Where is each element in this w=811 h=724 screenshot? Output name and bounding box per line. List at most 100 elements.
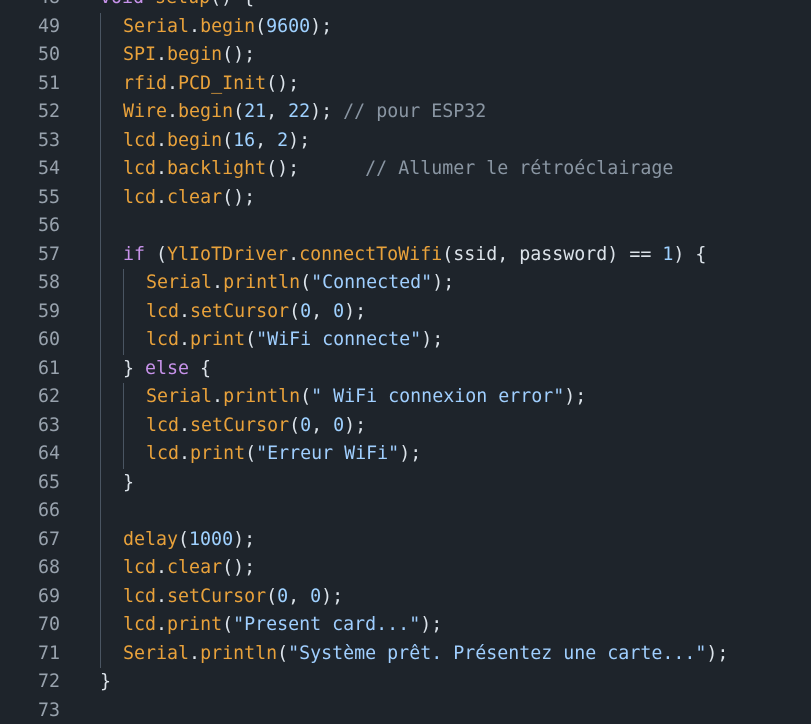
- code-lines[interactable]: 48void setup() {49Serial.begin(9600);50S…: [0, 0, 811, 724]
- code-text[interactable]: lcd.clear();: [123, 184, 811, 213]
- code-line[interactable]: 56: [0, 212, 811, 241]
- code-line[interactable]: 59 lcd.setCursor(0, 0);: [0, 297, 811, 327]
- code-token: 0: [300, 414, 312, 436]
- code-text[interactable]: Serial.println("Système prêt. Présentez …: [123, 640, 811, 669]
- indent-guide: [100, 497, 101, 526]
- line-number: 68: [37, 557, 60, 578]
- code-line[interactable]: 65}: [0, 468, 811, 498]
- code-token: lcd: [123, 585, 157, 607]
- code-token: println: [223, 272, 301, 293]
- code-line[interactable]: 49 Serial.begin(9600);: [0, 12, 811, 42]
- code-text[interactable]: lcd.clear();: [123, 554, 811, 583]
- code-line[interactable]: 51 rfid.PCD_Init();: [0, 69, 811, 99]
- code-token: 0: [277, 585, 289, 607]
- line-number: 51: [37, 72, 60, 94]
- code-text[interactable]: lcd.print("Erreur WiFi");: [146, 440, 811, 469]
- code-token: Serial: [146, 386, 213, 407]
- code-line[interactable]: 60 lcd.print("WiFi connecte");: [0, 326, 811, 355]
- code-line[interactable]: 63 lcd.setCursor(0, 0);: [0, 411, 811, 441]
- code-text[interactable]: lcd.setCursor(0, 0);: [123, 583, 811, 612]
- indent-guide: [100, 383, 101, 412]
- code-line[interactable]: 66: [0, 497, 811, 526]
- code-text[interactable]: lcd.setCursor(0, 0);: [146, 412, 811, 441]
- line-number: 70: [37, 614, 60, 635]
- code-token: );: [421, 329, 444, 350]
- code-token: .: [212, 272, 224, 293]
- code-token: "Present card...": [233, 614, 421, 635]
- code-text[interactable]: }: [100, 668, 811, 697]
- line-number: 56: [37, 215, 60, 236]
- code-token: lcd: [123, 129, 157, 151]
- code-line[interactable]: 64 lcd.print("Erreur WiFi");: [0, 440, 811, 469]
- code-line[interactable]: 57 if (YlIoTDriver.connectToWifi(ssid, pa…: [0, 240, 811, 270]
- code-text[interactable]: lcd.setCursor(0, 0);: [146, 298, 811, 327]
- code-token: backlight: [167, 158, 267, 179]
- code-text[interactable]: lcd.backlight(); // Allumer le rétroécla…: [123, 155, 811, 184]
- code-line[interactable]: 52 Wire.begin(21, 22); // pour ESP32: [0, 98, 811, 127]
- indent-guide: [100, 269, 101, 298]
- code-token: lcd: [123, 158, 157, 179]
- code-token: ();: [266, 158, 366, 179]
- code-line[interactable]: 67 delay(1000);: [0, 525, 811, 555]
- code-editor[interactable]: 48void setup() {49Serial.begin(9600);50S…: [0, 0, 811, 724]
- code-token: .: [156, 186, 168, 208]
- line-number: 57: [37, 243, 60, 265]
- code-text[interactable]: Serial.println(" WiFi connexion error");: [146, 383, 811, 412]
- indent-guide: [100, 183, 101, 212]
- code-text[interactable]: lcd.begin(16, 2);: [123, 127, 811, 156]
- code-text[interactable]: SPI.begin();: [123, 41, 811, 70]
- code-token: lcd: [123, 186, 157, 208]
- code-token: ,: [311, 414, 334, 436]
- code-text[interactable]: void setup() {: [100, 0, 811, 13]
- code-token: begin: [200, 15, 256, 37]
- code-line[interactable]: 55 lcd.clear();: [0, 183, 811, 213]
- code-token: .: [156, 557, 168, 578]
- code-token: 0: [333, 414, 345, 436]
- code-text[interactable]: lcd.print("Present card...");: [123, 611, 811, 640]
- code-line[interactable]: 61} else {: [0, 354, 811, 384]
- code-line[interactable]: 68 lcd.clear();: [0, 554, 811, 583]
- code-line[interactable]: 71 Serial.println("Système prêt. Présente…: [0, 639, 811, 669]
- code-token: (: [178, 528, 190, 550]
- code-line[interactable]: 62 Serial.println(" WiFi connexion error"…: [0, 383, 811, 412]
- code-token: );: [310, 101, 344, 122]
- indent-guide: [100, 525, 101, 554]
- code-token: (: [233, 101, 245, 122]
- code-line[interactable]: 54 lcd.backlight(); // Allumer le rétroéc…: [0, 155, 811, 184]
- code-text[interactable]: Serial.begin(9600);: [123, 13, 811, 42]
- code-token: (: [266, 585, 278, 607]
- code-token: );: [288, 129, 311, 151]
- line-number: 65: [37, 471, 60, 493]
- code-line[interactable]: 73: [0, 697, 811, 724]
- code-token: ();: [222, 186, 256, 208]
- indent-guide: [100, 440, 101, 469]
- code-text[interactable]: lcd.print("WiFi connecte");: [146, 326, 811, 355]
- code-text[interactable]: }: [123, 469, 811, 498]
- code-token: lcd: [123, 557, 157, 578]
- code-text[interactable]: rfid.PCD_Init();: [123, 70, 811, 99]
- code-text[interactable]: Wire.begin(21, 22); // pour ESP32: [123, 98, 811, 127]
- code-token: begin: [178, 101, 234, 122]
- code-text[interactable]: delay(1000);: [123, 526, 811, 555]
- code-token: connectToWifi: [299, 243, 443, 265]
- line-number: 69: [37, 585, 60, 607]
- code-line[interactable]: 69 lcd.setCursor(0, 0);: [0, 582, 811, 612]
- indent-guide: [123, 269, 124, 298]
- code-line[interactable]: 72}: [0, 668, 811, 697]
- code-token: lcd: [123, 614, 157, 635]
- code-line[interactable]: 70 lcd.print("Present card...");: [0, 611, 811, 640]
- code-line[interactable]: 48 void setup() {: [0, 0, 811, 13]
- code-token: );: [344, 300, 367, 322]
- code-token: " WiFi connexion error": [311, 386, 565, 407]
- code-text[interactable]: } else {: [123, 355, 811, 384]
- code-token: 2: [277, 129, 289, 151]
- code-text[interactable]: if (YlIoTDriver.connectToWifi(ssid, pass…: [123, 241, 811, 270]
- code-line[interactable]: 58 Serial.println("Connected");: [0, 269, 811, 298]
- code-line[interactable]: 50 SPI.begin();: [0, 41, 811, 70]
- code-line[interactable]: 53 lcd.begin(16, 2);: [0, 126, 811, 156]
- code-text[interactable]: Serial.println("Connected");: [146, 269, 811, 298]
- code-token: Wire: [123, 101, 168, 122]
- code-token: .: [156, 585, 168, 607]
- code-token: (: [277, 642, 289, 664]
- code-token: (: [222, 614, 234, 635]
